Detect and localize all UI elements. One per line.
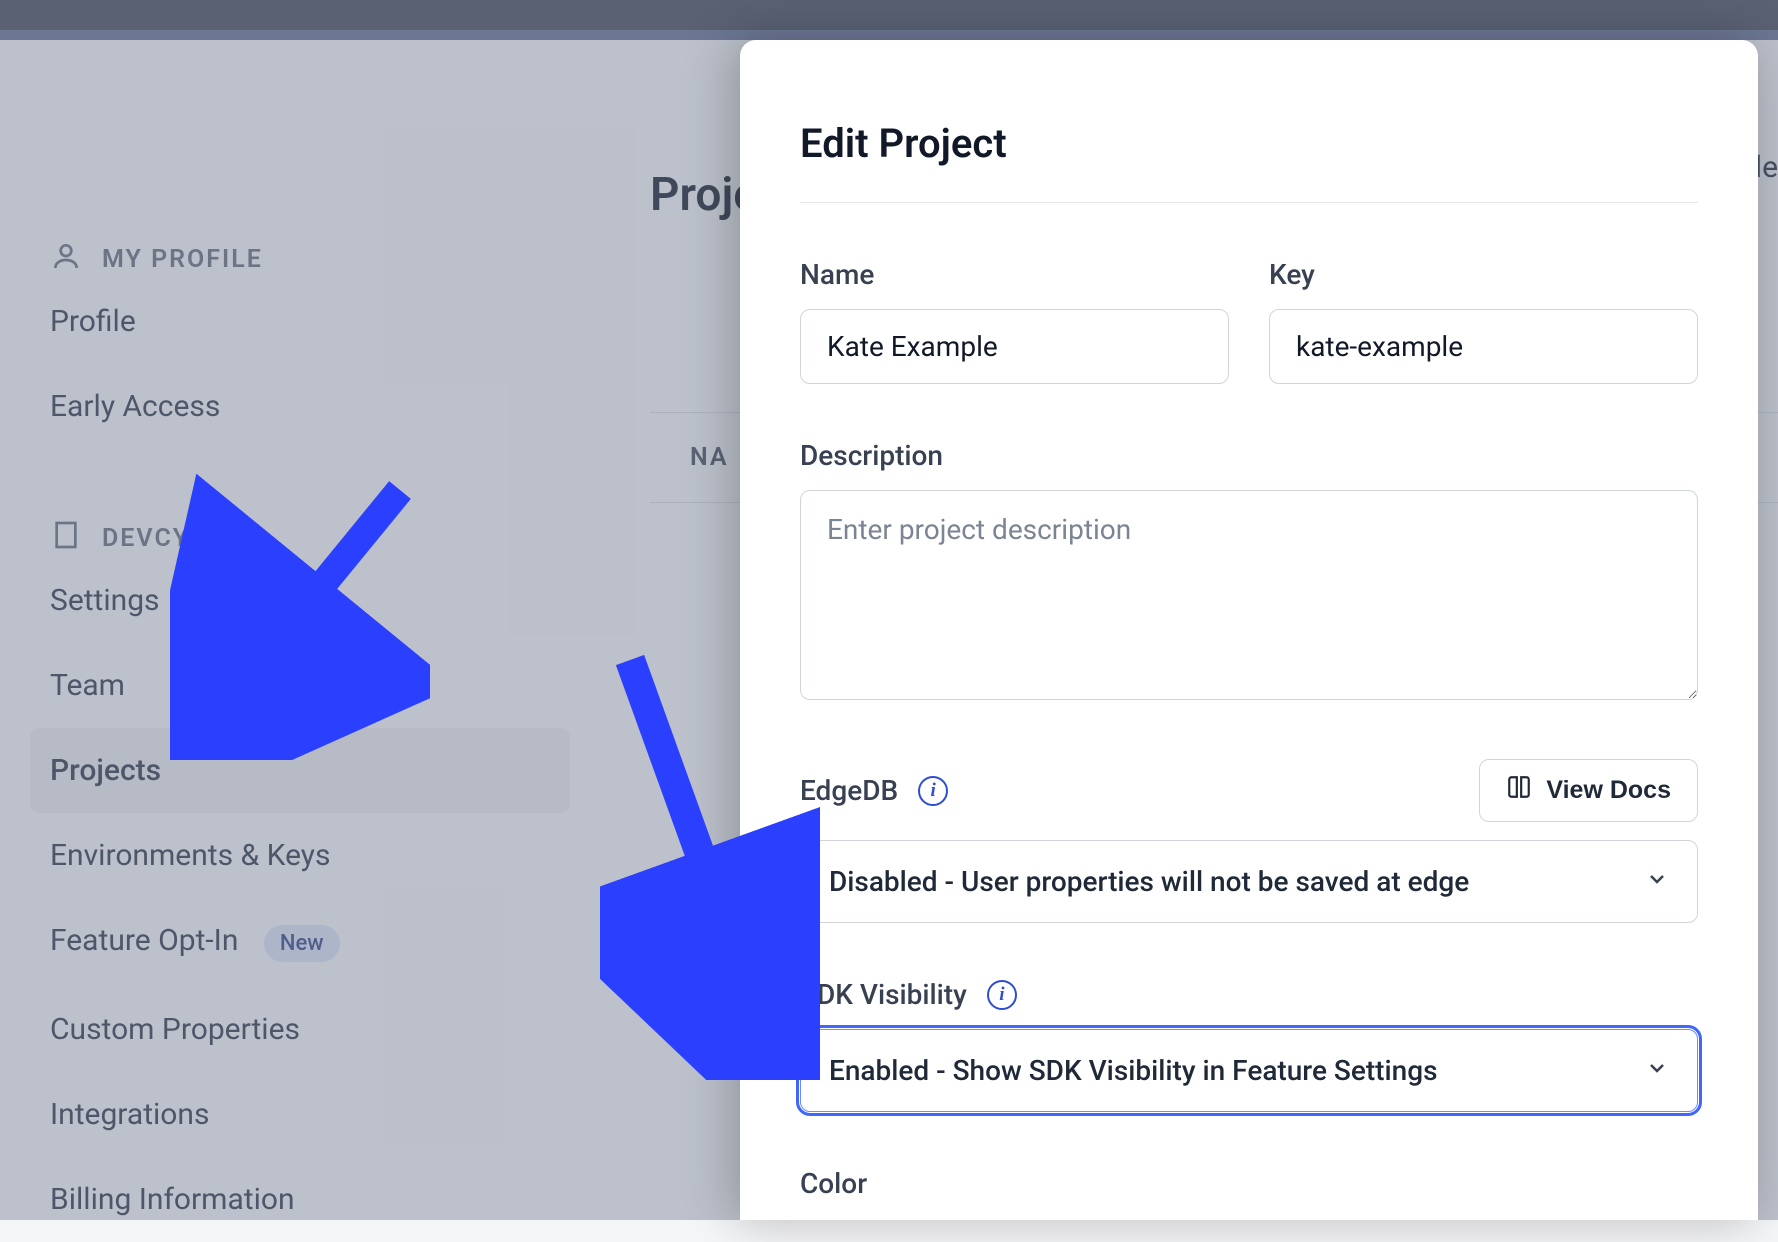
sidebar-item-label: Team	[50, 668, 125, 703]
sdk-visibility-section: SDK Visibility i Enabled - Show SDK Visi…	[800, 978, 1698, 1112]
edgedb-select-value: Disabled - User properties will not be s…	[829, 865, 1469, 898]
building-icon	[50, 519, 82, 558]
sidebar-item-feature-opt-in[interactable]: Feature Opt-In New	[50, 898, 590, 987]
sidebar-item-label: Profile	[50, 304, 136, 339]
sidebar-item-profile[interactable]: Profile	[50, 279, 590, 364]
name-label: Name	[800, 258, 1229, 291]
sidebar-item-label: Feature Opt-In	[50, 923, 238, 958]
user-icon	[50, 240, 82, 279]
info-icon[interactable]: i	[918, 776, 948, 806]
view-docs-button[interactable]: View Docs	[1479, 759, 1698, 822]
sidebar-item-environments-keys[interactable]: Environments & Keys	[50, 813, 590, 898]
key-label: Key	[1269, 258, 1698, 291]
sidebar-section-devcycle: DEVCYCLE	[50, 519, 590, 558]
sidebar-item-custom-properties[interactable]: Custom Properties	[50, 987, 590, 1072]
description-label: Description	[800, 439, 1698, 472]
view-docs-label: View Docs	[1546, 776, 1671, 805]
sidebar-item-label: Projects	[50, 753, 161, 788]
sidebar-item-label: Early Access	[50, 389, 220, 424]
sdk-visibility-select-value: Enabled - Show SDK Visibility in Feature…	[829, 1054, 1438, 1087]
name-input[interactable]	[800, 309, 1229, 384]
sidebar-item-label: Environments & Keys	[50, 838, 330, 873]
info-icon[interactable]: i	[987, 980, 1017, 1010]
new-badge: New	[264, 925, 340, 962]
top-bar-accent	[0, 30, 1778, 40]
description-textarea[interactable]	[800, 490, 1698, 700]
color-section: Color	[800, 1167, 1698, 1200]
panel-title: Edit Project	[800, 120, 1698, 203]
book-icon	[1506, 774, 1532, 807]
edgedb-section: EdgeDB i View Docs Disabled - User prope…	[800, 759, 1698, 923]
sidebar-item-label: Integrations	[50, 1097, 209, 1132]
edit-project-panel: Edit Project Name Key Description EdgeDB…	[740, 40, 1758, 1220]
chevron-down-icon	[1645, 1054, 1669, 1087]
sidebar-item-label: Billing Information	[50, 1182, 295, 1217]
sidebar-item-projects[interactable]: Projects	[30, 728, 570, 813]
sidebar-item-early-access[interactable]: Early Access	[50, 364, 590, 449]
edgedb-label: EdgeDB	[800, 774, 898, 807]
sidebar-item-label: Settings	[50, 583, 160, 618]
sidebar-item-label: Custom Properties	[50, 1012, 300, 1047]
sdk-visibility-label: SDK Visibility	[800, 978, 967, 1011]
sidebar-section-my-profile: MY PROFILE	[50, 240, 590, 279]
top-bar	[0, 0, 1778, 30]
sidebar-item-integrations[interactable]: Integrations	[50, 1072, 590, 1157]
color-label: Color	[800, 1167, 867, 1200]
sidebar-item-team[interactable]: Team	[50, 643, 590, 728]
sidebar-section-label: DEVCYCLE	[102, 524, 240, 553]
key-field-wrapper: Key	[1269, 258, 1698, 384]
edgedb-select[interactable]: Disabled - User properties will not be s…	[800, 840, 1698, 923]
key-input[interactable]	[1269, 309, 1698, 384]
description-field-wrapper: Description	[800, 439, 1698, 704]
sidebar-item-settings[interactable]: Settings	[50, 558, 590, 643]
sdk-visibility-select[interactable]: Enabled - Show SDK Visibility in Feature…	[800, 1029, 1698, 1112]
chevron-down-icon	[1645, 865, 1669, 898]
sidebar-section-label: MY PROFILE	[102, 245, 263, 274]
sidebar-item-billing-information[interactable]: Billing Information	[50, 1157, 590, 1242]
name-field-wrapper: Name	[800, 258, 1229, 384]
sidebar: MY PROFILE Profile Early Access DEVCYCLE…	[0, 40, 590, 1220]
